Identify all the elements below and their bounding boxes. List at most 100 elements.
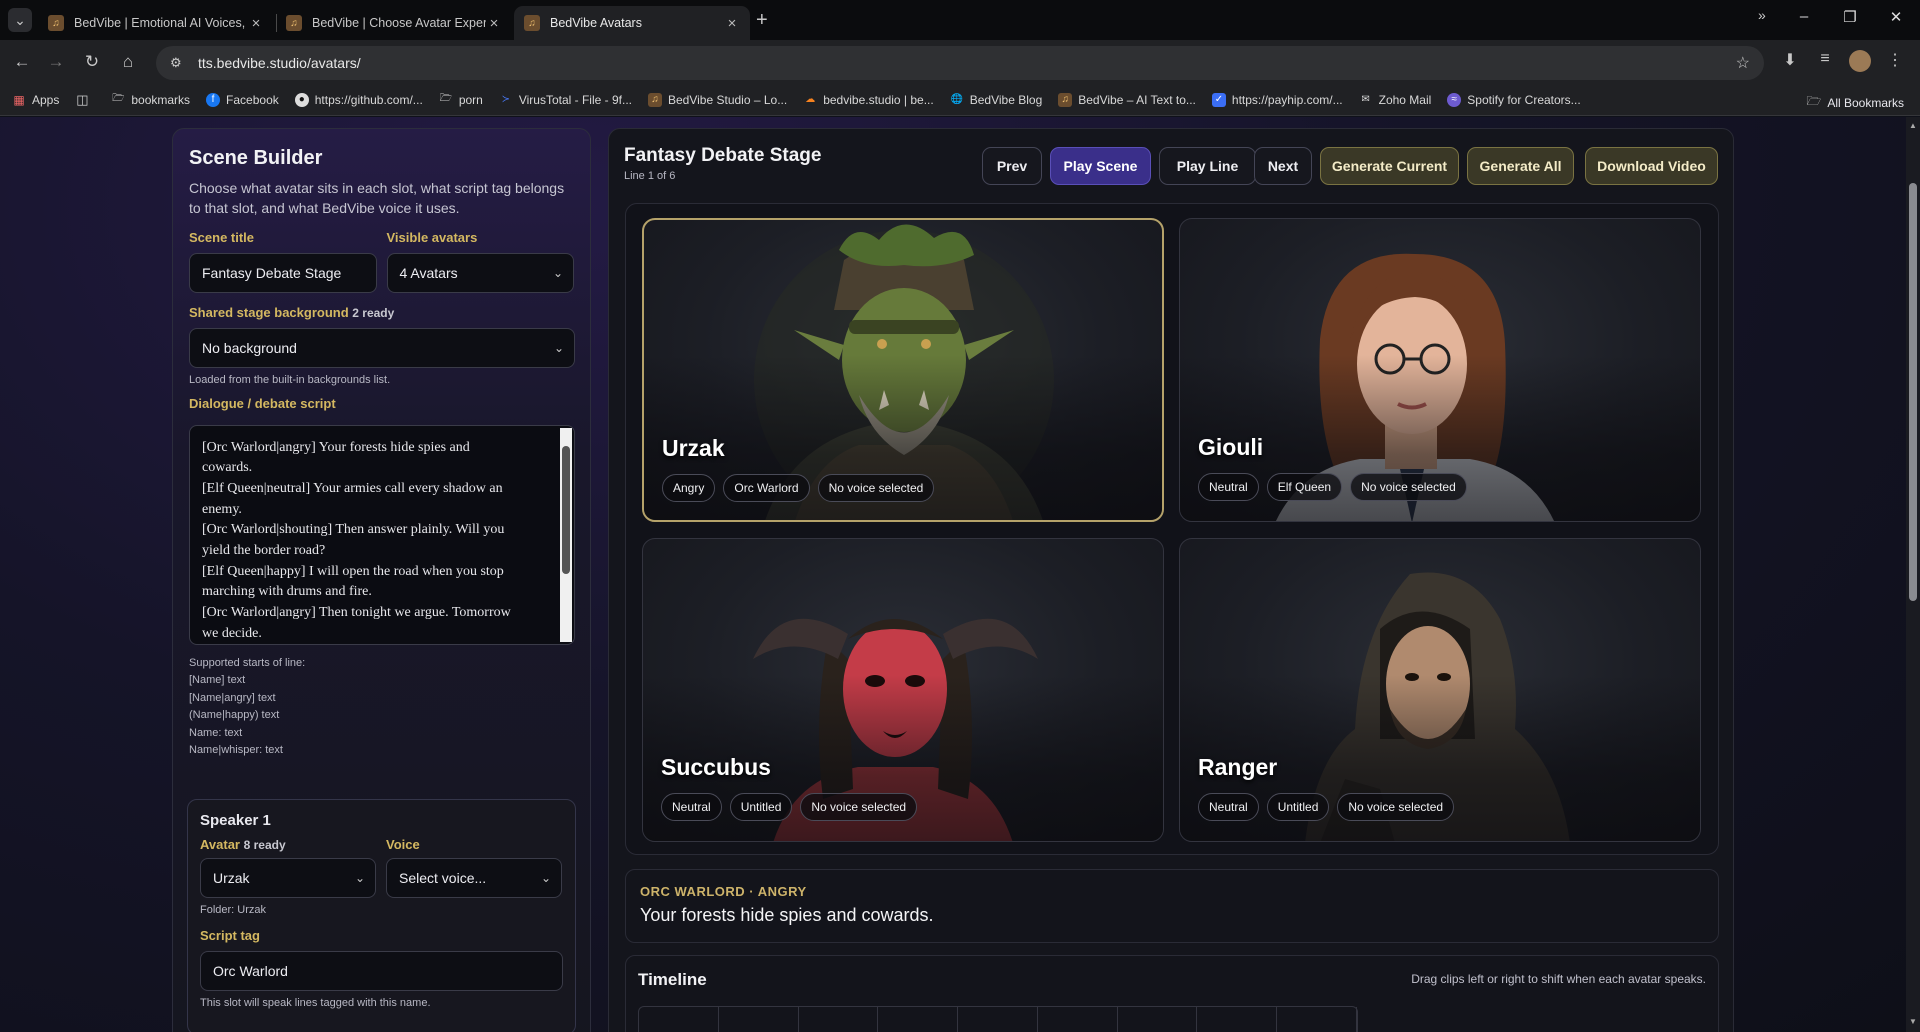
avatar-name: Giouli [1198, 434, 1264, 460]
bookmark-folder-porn[interactable]: 🗁 porn [439, 93, 483, 107]
scroll-down-icon[interactable]: ▼ [1909, 1017, 1917, 1026]
background-select[interactable]: No background ⌄ [189, 328, 575, 368]
bookmark-spotify[interactable]: ≈ Spotify for Creators... [1447, 92, 1581, 107]
generate-all-button[interactable]: Generate All [1467, 147, 1574, 185]
forward-icon[interactable]: → [44, 50, 68, 74]
bookmark-bedvibe-blog[interactable]: 🌐 BedVibe Blog [950, 93, 1043, 107]
bookmark-bedvibe-ai[interactable]: ♫ BedVibe – AI Text to... [1058, 92, 1196, 107]
close-tab-icon[interactable]: × [486, 15, 502, 32]
profile-avatar[interactable] [1849, 50, 1871, 72]
reload-icon[interactable]: ↻ [80, 50, 104, 74]
line-info: Line 1 of 6 [624, 170, 676, 182]
bedvibe-favicon-icon: ♫ [524, 15, 540, 31]
github-icon: ● [294, 92, 309, 107]
generate-current-button[interactable]: Generate Current [1320, 147, 1459, 185]
script-line: [Elf Queen|neutral] Your armies call eve… [202, 480, 503, 496]
speaker-title: Speaker 1 [200, 812, 271, 829]
tab-search-icon[interactable]: ⌄ [8, 8, 32, 32]
tab-emotional-voices[interactable]: ♫ BedVibe | Emotional AI Voices, I × [38, 6, 274, 40]
avatar-card-urzak[interactable]: Urzak Angry Orc Warlord No voice selecte… [642, 218, 1164, 522]
globe-icon: 🌐 [950, 94, 963, 105]
bookmark-bedvibe-site[interactable]: ☁ bedvibe.studio | be... [803, 93, 934, 107]
prev-button[interactable]: Prev [982, 147, 1042, 185]
avatar-label: Avatar 8 ready [200, 837, 286, 852]
avatar-select[interactable]: Urzak ⌄ [200, 858, 376, 898]
bookmark-zoho-mail[interactable]: ✉ Zoho Mail [1359, 93, 1431, 107]
new-tab-icon[interactable]: + [756, 9, 768, 32]
back-icon[interactable]: ← [10, 50, 34, 74]
minimize-icon[interactable]: – [1790, 8, 1818, 25]
browser-chrome: ⌄ ♫ BedVibe | Emotional AI Voices, I × ♫… [0, 0, 1920, 116]
script-label: Dialogue / debate script [189, 395, 336, 411]
url-text[interactable]: tts.bedvibe.studio/avatars/ [198, 55, 361, 71]
all-bookmarks[interactable]: 🗁 All Bookmarks [1806, 92, 1904, 113]
stage-panel: Fantasy Debate Stage Line 1 of 6 Prev Pl… [608, 128, 1734, 1032]
bookmark-folder-bookmarks[interactable]: 🗁 bookmarks [111, 93, 190, 107]
avatar-name: Succubus [661, 754, 771, 780]
timeline-track[interactable] [638, 1006, 1358, 1032]
chevron-down-icon: ⌄ [553, 341, 564, 355]
close-window-icon[interactable]: ✕ [1882, 8, 1910, 26]
voice-select[interactable]: Select voice... ⌄ [386, 858, 562, 898]
reading-list-icon[interactable]: ≡ [1813, 50, 1837, 68]
supported-format-item: [Name] text [189, 674, 246, 686]
restore-icon[interactable]: ❐ [1836, 8, 1864, 26]
scrollbar-thumb[interactable] [1909, 183, 1917, 601]
visible-avatars-select[interactable]: 4 Avatars ⌄ [386, 253, 574, 293]
bookmark-payhip[interactable]: ✓ https://payhip.com/... [1211, 92, 1343, 107]
voice-pill: No voice selected [1350, 473, 1467, 501]
bookmark-facebook[interactable]: f Facebook [206, 92, 279, 107]
voice-pill: No voice selected [1337, 793, 1455, 821]
scene-title-label: Scene title [189, 230, 255, 245]
play-line-button[interactable]: Play Line [1159, 147, 1256, 185]
browser-toolbar: ← → ↻ ⌂ ⚙ tts.bedvibe.studio/avatars/ ☆ … [0, 40, 1920, 84]
scroll-up-icon[interactable]: ▲ [1909, 121, 1917, 130]
voice-label: Voice [386, 837, 420, 852]
background-label: Shared stage background 2 ready [189, 305, 395, 320]
voice-pill: No voice selected [817, 474, 935, 502]
tag-pill: Elf Queen [1266, 473, 1343, 501]
download-icon[interactable]: ⬇ [1778, 50, 1802, 70]
folder-info: Folder: Urzak [200, 904, 267, 916]
tab-groups-icon[interactable]: ◫ [75, 92, 95, 107]
bookmark-github[interactable]: ● https://github.com/... [294, 92, 423, 107]
site-info-icon[interactable]: ⚙ [170, 55, 188, 71]
script-line: [Orc Warlord|shouting] Then answer plain… [202, 522, 505, 538]
supported-title: Supported starts of line: [189, 656, 306, 669]
bookmark-star-icon[interactable]: ☆ [1736, 53, 1750, 73]
close-tab-icon[interactable]: × [248, 15, 264, 32]
menu-icon[interactable]: ⋮ [1883, 50, 1907, 70]
scene-title-input[interactable]: Fantasy Debate Stage [189, 253, 377, 293]
emotion-pill: Neutral [1198, 793, 1259, 821]
bookmark-apps[interactable]: ▦ Apps [12, 93, 59, 107]
avatar-card-succubus[interactable]: Succubus Neutral Untitled No voice selec… [642, 538, 1164, 842]
facebook-icon: f [206, 92, 221, 107]
visible-avatars-label: Visible avatars [386, 230, 478, 245]
next-button[interactable]: Next [1254, 147, 1312, 185]
script-scrollbar[interactable] [560, 427, 572, 642]
avatar-card-ranger[interactable]: Ranger Neutral Untitled No voice selecte… [1179, 538, 1701, 842]
supported-format-item: [Name|angry] text [189, 691, 276, 704]
play-scene-button[interactable]: Play Scene [1050, 147, 1151, 185]
page-scrollbar[interactable]: ▲ ▼ [1906, 117, 1920, 1032]
script-tag-label: Script tag [200, 927, 260, 943]
avatar-name: Ranger [1198, 754, 1278, 780]
home-icon[interactable]: ⌂ [116, 50, 140, 74]
close-tab-icon[interactable]: × [724, 15, 740, 32]
avatar-card-giouli[interactable]: Giouli Neutral Elf Queen No voice select… [1179, 218, 1701, 522]
tab-title: BedVibe | Choose Avatar Experi [312, 16, 486, 30]
script-line: [Elf Queen|happy] I will open the road w… [202, 563, 504, 579]
more-bookmarks-icon[interactable]: » [1758, 7, 1766, 23]
download-video-button[interactable]: Download Video [1585, 147, 1718, 185]
bookmark-bedvibe-studio[interactable]: ♫ BedVibe Studio – Lo... [648, 92, 787, 107]
bookmark-virustotal[interactable]: ≻ VirusTotal - File - 9f... [499, 93, 632, 107]
timeline-panel: Timeline Drag clips left or right to shi… [625, 955, 1719, 1032]
script-tag-input[interactable]: Orc Warlord [200, 950, 563, 991]
emotion-pill: Neutral [661, 793, 722, 821]
tab-avatars[interactable]: ♫ BedVibe Avatars × [514, 6, 750, 40]
script-textarea[interactable]: [Orc Warlord|angry] Your forests hide sp… [189, 424, 575, 645]
tab-choose-avatar[interactable]: ♫ BedVibe | Choose Avatar Experi × [276, 6, 512, 40]
address-bar[interactable]: ⚙ tts.bedvibe.studio/avatars/ ☆ [156, 46, 1764, 80]
chevron-down-icon: ⌄ [552, 266, 563, 280]
script-line: we decide. [202, 625, 262, 641]
